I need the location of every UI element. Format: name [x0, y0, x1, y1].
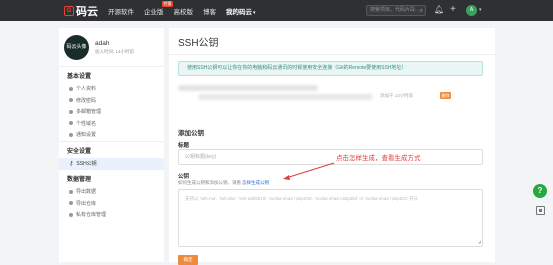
title-label: 标题: [178, 143, 190, 149]
nav-item-3[interactable]: 博客: [203, 6, 216, 16]
page-title: SSH公钥: [178, 38, 219, 49]
nav-menu: 开源软件 企业版 特惠 高校版 博客 我的码云: [108, 0, 256, 16]
logo[interactable]: G 码云: [64, 3, 98, 19]
menu-dot-icon: [69, 109, 73, 114]
menu-dot-icon: [69, 86, 73, 91]
bell-icon[interactable]: 🔔︎: [434, 4, 444, 16]
chevron-down-icon[interactable]: ▾: [479, 5, 482, 16]
existing-key-row: 添加于 13小时前 删除: [178, 83, 483, 103]
menu-dot-icon: [69, 121, 73, 126]
sidebar-item[interactable]: 修改密码: [59, 95, 164, 107]
qrcode-icon[interactable]: [536, 206, 545, 215]
menu-dot-icon: [69, 189, 73, 194]
menu-dot-icon: [69, 201, 73, 206]
sidebar-item[interactable]: ⚷ SSH公钥: [59, 157, 164, 169]
how-to-generate-link[interactable]: 怎样生成公钥: [242, 180, 269, 185]
key-name-blurred: [178, 85, 318, 91]
avatar[interactable]: A: [466, 5, 477, 16]
profile-name[interactable]: adah: [95, 40, 134, 47]
help-float-button[interactable]: ?: [533, 184, 547, 198]
sidebar-item-label: 导出数据: [76, 189, 97, 196]
title-input[interactable]: 公钥标题(key): [178, 149, 483, 165]
sidebar-item-label: 个人资料: [76, 86, 97, 93]
key-fingerprint-blurred: [198, 94, 373, 100]
key-help-text: 如何生成公钥和添加公钥，请看怎样生成公钥: [178, 180, 269, 185]
menu-dot-icon: [69, 212, 73, 217]
key-added-time: 添加于 13小时前: [380, 93, 414, 98]
sidebar-item[interactable]: 个人资料: [59, 83, 164, 95]
nav-item-4[interactable]: 我的码云: [226, 6, 256, 16]
sidebar-section-title: 基本设置: [59, 66, 164, 83]
sidebar-item[interactable]: 私有仓库管理: [59, 209, 164, 221]
key-textarea-placeholder: 支持以 'ssh-rsa', 'ssh-dss', 'ssh-ed25519',…: [185, 196, 419, 201]
key-icon: ⚷: [69, 160, 74, 167]
profile-joined: 加入时间: 14小时前: [95, 48, 135, 54]
key-textarea[interactable]: 支持以 'ssh-rsa', 'ssh-dss', 'ssh-ed25519',…: [178, 189, 483, 247]
nav-item-2[interactable]: 高校版: [174, 6, 194, 16]
sidebar-item[interactable]: 导出数据: [59, 186, 164, 198]
sidebar: 码云头像 adah 加入时间: 14小时前 基本设置个人资料修改密码多邮箱管理个…: [59, 28, 164, 262]
sidebar-item[interactable]: 通知设置: [59, 129, 164, 141]
resize-handle-icon[interactable]: ◢: [478, 238, 481, 245]
menu-dot-icon: [69, 98, 73, 103]
key-label: 公钥: [178, 174, 190, 180]
menu-dot-icon: [69, 132, 73, 137]
delete-key-button[interactable]: 删除: [440, 92, 451, 99]
search-icon: ⌕: [419, 8, 423, 14]
sidebar-section-title: 安全设置: [59, 140, 164, 158]
sidebar-item-label: 修改密码: [76, 97, 97, 104]
sidebar-item-label: 通知设置: [76, 132, 97, 139]
sidebar-item[interactable]: 多邮箱管理: [59, 106, 164, 118]
sidebar-item-label: 多邮箱管理: [76, 109, 102, 116]
sidebar-item-label: 导出仓库: [76, 200, 97, 207]
top-nav: G 码云 开源软件企业版特惠高校版博客我的码云 搜索项目、代码片段... ⌕ 🔔…: [0, 0, 553, 21]
plus-icon[interactable]: +: [450, 4, 456, 16]
sidebar-sections: 基本设置 个人资料 修改密码 多邮箱管理 个性域名 通知设置 安全设置 ⚷ SSH公钥 数据管理导…: [59, 66, 164, 221]
submit-button[interactable]: 确定: [178, 255, 198, 265]
profile-card: 码云头像 adah 加入时间: 14小时前: [59, 28, 164, 66]
sidebar-item-label: SSH公钥: [76, 160, 97, 167]
profile-avatar[interactable]: 码云头像: [64, 34, 89, 60]
search-input[interactable]: 搜索项目、代码片段... ⌕: [366, 5, 426, 16]
sidebar-item[interactable]: 个性域名: [59, 118, 164, 130]
sidebar-section-title: 数据管理: [59, 169, 164, 186]
divider: [169, 54, 495, 55]
main-panel: SSH公钥 使用SSH公钥可以让你在你的电脑和码云通讯的时候使用安全连接（Git…: [169, 28, 495, 265]
logo-icon: G: [64, 5, 74, 16]
annotation-note: 点击怎样生成，查看生成方式: [336, 155, 421, 162]
nav-item-1[interactable]: 企业版 特惠: [144, 0, 173, 16]
sidebar-item-label: 个性域名: [76, 120, 97, 127]
logo-text: 码云: [76, 5, 98, 18]
nav-item-0[interactable]: 开源软件: [108, 6, 134, 16]
nav-badge: 特惠: [162, 0, 173, 7]
sidebar-item[interactable]: 导出仓库: [59, 198, 164, 210]
add-key-heading: 添加公钥: [178, 130, 204, 137]
info-banner: 使用SSH公钥可以让你在你的电脑和码云通讯的时候使用安全连接（Git的Remot…: [178, 61, 483, 76]
sidebar-item-label: 私有仓库管理: [76, 212, 107, 219]
